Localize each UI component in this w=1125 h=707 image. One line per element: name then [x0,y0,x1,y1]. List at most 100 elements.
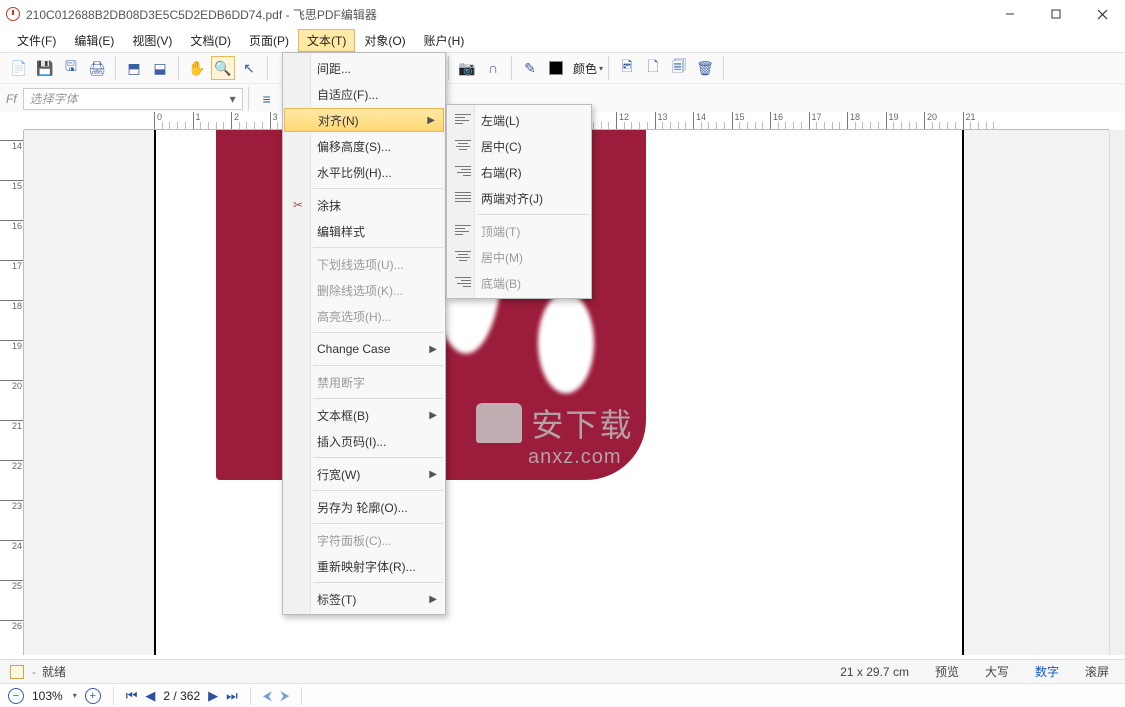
color-chip-icon[interactable] [544,56,568,80]
status-dimensions: 21 x 29.7 cm [834,665,915,679]
align-bottom-icon [455,277,471,289]
color-label: 颜色 [573,60,597,77]
brush-icon[interactable]: ✎ [518,56,542,80]
close-button[interactable] [1079,0,1125,28]
page-in-icon[interactable]: ⬒ [122,56,146,80]
menu-account[interactable]: 账户(H) [415,29,474,52]
menu-edit[interactable]: 编辑(E) [65,29,123,52]
navigation-bar: − 103% ▾ + ⏮ ◀ 2 / 362 ▶ ⏭ ⮜ ⮞ [0,683,1125,707]
scrollbar-vertical[interactable] [1109,130,1125,655]
saveas-icon[interactable]: 🖫 [59,56,83,80]
status-num: 数字 [1029,663,1065,680]
menu-item-hscale[interactable]: 水平比例(H)... [283,159,445,185]
watermark: 安下载 anxz.com [476,400,633,469]
menu-item-spacing[interactable]: 间距... [283,55,445,81]
text-menu-panel: 间距... 自适应(F)... 对齐(N)▶ 偏移高度(S)... 水平比例(H… [282,52,446,615]
arrow-right-icon: ▶ [429,410,437,421]
tool-b-icon[interactable]: 🗋 [641,56,665,80]
watermark-text2: anxz.com [528,446,633,469]
submenu-align-left[interactable]: 左端(L) [447,107,591,133]
align-justify-icon [455,192,471,204]
smear-icon: ✂ [289,198,307,212]
menu-file[interactable]: 文件(F) [8,29,65,52]
status-icon[interactable] [10,665,24,679]
submenu-align-right[interactable]: 右端(R) [447,159,591,185]
menu-item-underline[interactable]: 下划线选项(U)... [283,251,445,277]
menu-item-charpanel[interactable]: 字符面板(C)... [283,527,445,553]
submenu-align-top[interactable]: 顶端(T) [447,218,591,244]
menu-item-remap[interactable]: 重新映射字体(R)... [283,553,445,579]
hand-icon[interactable]: ✋ [185,56,209,80]
arrow-right-icon: ▶ [429,594,437,605]
align-center-icon [455,140,471,152]
menu-item-textbox[interactable]: 文本框(B)▶ [283,402,445,428]
font-placeholder: 选择字体 [30,90,78,107]
color-dropdown-icon[interactable]: ▾ [599,64,603,73]
menu-item-editstyle[interactable]: 编辑样式 [283,218,445,244]
menu-page[interactable]: 页面(P) [240,29,298,52]
save-icon[interactable]: 💾 [33,56,57,80]
submenu-align-center-v[interactable]: 居中(M) [447,244,591,270]
align-middle-icon [455,251,471,263]
app-icon [6,7,20,21]
menu-object[interactable]: 对象(O) [355,29,414,52]
watermark-logo-icon [476,403,522,443]
new-icon[interactable]: 📄 [7,56,31,80]
next-page-button[interactable]: ▶ [208,688,218,704]
minimize-button[interactable] [987,0,1033,28]
menu-item-align[interactable]: 对齐(N)▶ [284,108,444,132]
print-icon[interactable]: 🖨 [85,56,109,80]
tool-c-icon[interactable]: 🗐 [667,56,691,80]
align-submenu-panel: 左端(L) 居中(C) 右端(R) 两端对齐(J) 顶端(T) 居中(M) 底端… [446,104,592,299]
zoom-value[interactable]: 103% [32,689,63,703]
nav-back-button[interactable]: ⮜ [263,688,272,704]
menu-item-strike[interactable]: 删除线选项(K)... [283,277,445,303]
status-bar: - 就绪 21 x 29.7 cm 预览 大写 数字 滚屏 [0,659,1125,683]
menu-item-tags[interactable]: 标签(T)▶ [283,586,445,612]
maximize-button[interactable] [1033,0,1079,28]
chevron-down-icon[interactable]: ▾ [230,92,236,106]
tool-d-icon[interactable]: 🗑 [693,56,717,80]
menu-item-saveas[interactable]: 另存为 轮廓(O)... [283,494,445,520]
menu-item-highlight[interactable]: 高亮选项(H)... [283,303,445,329]
select-icon[interactable]: ↖ [237,56,261,80]
zoom-in-button[interactable]: + [85,688,101,704]
status-scroll: 滚屏 [1079,663,1115,680]
ruler-vertical: 14151617181920212223242526 [0,130,24,655]
page-indicator[interactable]: 2 / 362 [163,689,200,703]
prev-page-button[interactable]: ◀ [145,688,155,704]
undo-icon[interactable]: ∩ [481,56,505,80]
title-bar: 210C012688B2DB08D3E5C5D2EDB6DD74.pdf - 飞… [0,0,1125,28]
menu-item-offset[interactable]: 偏移高度(S)... [283,133,445,159]
menu-item-changecase[interactable]: Change Case▶ [283,336,445,362]
menu-item-insertpage[interactable]: 插入页码(I)... [283,428,445,454]
window-title: 210C012688B2DB08D3E5C5D2EDB6DD74.pdf - 飞… [26,6,377,23]
arrow-right-icon: ▶ [429,469,437,480]
menu-text[interactable]: 文本(T) [298,29,355,52]
menu-view[interactable]: 视图(V) [123,29,181,52]
tool-a-icon[interactable]: 🖻 [615,56,639,80]
menu-item-linewidth[interactable]: 行宽(W)▶ [283,461,445,487]
arrow-right-icon: ▶ [429,344,437,355]
menu-item-smear[interactable]: ✂涂抹 [283,192,445,218]
zoom-out-button[interactable]: − [8,688,24,704]
align-tool-icon[interactable]: ≡ [255,87,279,111]
align-top-icon [455,225,471,237]
zoom-dropdown-icon[interactable]: ▾ [73,691,77,700]
arrow-right-icon: ▶ [427,115,435,126]
last-page-button[interactable]: ⏭ [226,688,238,704]
submenu-align-justify[interactable]: 两端对齐(J) [447,185,591,211]
zoom-icon[interactable]: 🔍 [211,56,235,80]
submenu-align-bottom[interactable]: 底端(B) [447,270,591,296]
font-selector[interactable]: 选择字体 ▾ [23,88,243,110]
menu-item-hyphen[interactable]: 禁用断字 [283,369,445,395]
page-out-icon[interactable]: ⬓ [148,56,172,80]
first-page-button[interactable]: ⏮ [126,688,138,704]
nav-fwd-button[interactable]: ⮞ [280,688,289,704]
status-preview[interactable]: 预览 [929,663,965,680]
camera-icon[interactable]: 📷 [455,56,479,80]
menu-doc[interactable]: 文档(D) [181,29,240,52]
menu-item-autofit[interactable]: 自适应(F)... [283,81,445,107]
submenu-align-center-h[interactable]: 居中(C) [447,133,591,159]
status-caps: 大写 [979,663,1015,680]
